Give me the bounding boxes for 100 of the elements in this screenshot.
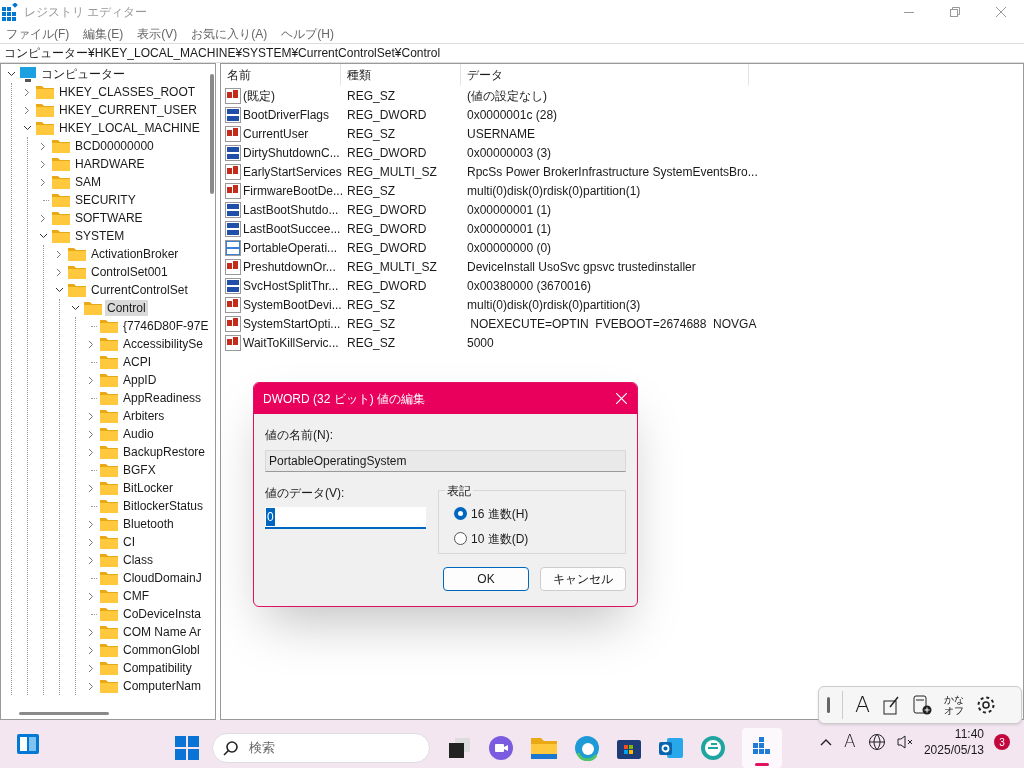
column-header[interactable]: データ [467,66,503,84]
tree-item[interactable]: Bluetooth [121,516,176,532]
value-name[interactable]: SvcHostSplitThr... [243,276,339,295]
tree-item[interactable]: Control [105,300,148,316]
horizontal-scrollbar[interactable] [19,712,109,715]
kana-label[interactable]: かな [944,694,965,705]
speaker-muted-icon[interactable] [895,734,914,750]
pen-pad-icon[interactable] [882,695,901,715]
tree-item[interactable]: SOFTWARE [73,210,145,226]
cancel-button[interactable]: キャンセル [540,567,626,591]
tree-item[interactable]: AccessibilitySe [121,336,206,352]
input-mode-button[interactable]: A [855,694,871,716]
notification-badge[interactable]: 3 [994,734,1010,750]
clock-date[interactable]: 2025/05/13 [923,742,984,758]
clock-time[interactable]: 11:40 [954,726,984,742]
tree-item[interactable]: Arbiters [121,408,167,424]
tree-item[interactable]: AppReadiness [121,390,204,406]
settings-icon[interactable] [976,695,997,715]
tree-item[interactable]: BCD00000000 [73,138,156,154]
input-mode-indicator[interactable]: A [841,729,858,755]
browser-icon[interactable] [574,735,600,761]
chevron-down-icon[interactable] [22,125,32,131]
tree-item[interactable]: ActivationBroker [89,246,181,262]
value-name[interactable]: LastBootSuccee... [243,219,341,238]
close-icon[interactable] [616,393,627,404]
chevron-down-icon[interactable] [70,305,80,311]
value-name[interactable]: CurrentUser [243,124,309,143]
tree-item[interactable]: ComputerNam [121,678,204,694]
menu-item[interactable]: お気に入り(A) [191,24,268,43]
search-field[interactable]: 検索 [212,733,430,763]
value-name-field[interactable]: PortableOperatingSystem [265,450,626,472]
tree-item[interactable]: HARDWARE [73,156,147,172]
radio-button[interactable] [454,507,467,520]
chevron-down-icon[interactable] [6,71,16,77]
chevron-down-icon[interactable] [54,287,64,293]
tree-item[interactable]: SYSTEM [73,228,127,244]
value-name[interactable]: WaitToKillServic... [243,333,339,352]
menu-item[interactable]: ヘルプ(H) [281,24,334,43]
tree-item[interactable]: CloudDomainJ [121,570,204,586]
radio-label[interactable]: 10 進数(D) [471,529,529,548]
tree-item[interactable]: Class [121,552,155,568]
security-app-icon[interactable] [700,735,726,761]
value-name[interactable]: BootDriverFlags [243,105,330,124]
tree-item[interactable]: BitlockerStatus [121,498,206,514]
chevron-right-icon[interactable] [88,591,94,601]
globe-icon[interactable] [867,733,886,751]
task-view-icon[interactable] [448,737,472,759]
value-name[interactable]: (既定) [243,86,275,105]
tree-item[interactable]: CurrentControlSet [89,282,190,298]
tree-item[interactable]: HKEY_CURRENT_USER [57,102,200,118]
tree-item[interactable]: ControlSet001 [89,264,170,280]
tree-item[interactable]: HKEY_CLASSES_ROOT [57,84,198,100]
tree-item[interactable]: CMF [121,588,151,604]
vertical-scrollbar[interactable] [210,74,214,194]
value-name[interactable]: EarlyStartServices [243,162,342,181]
value-name[interactable]: PortableOperati... [243,238,338,257]
radio-label[interactable]: 16 進数(H) [471,504,529,523]
address-bar[interactable]: コンピューター¥HKEY_LOCAL_MACHINE¥SYSTEM¥CurrentControlSet¥Control [0,43,1024,63]
value-name[interactable]: SystemStartOpti... [243,314,341,333]
tree-item[interactable]: HKEY_LOCAL_MACHINE [57,120,202,136]
chevron-right-icon[interactable] [40,213,46,223]
radio-button[interactable] [454,532,467,545]
column-header[interactable]: 名前 [227,66,251,84]
menu-item[interactable]: ファイル(F) [6,24,70,43]
tree-item[interactable]: Compatibility [121,660,194,676]
tree-item[interactable]: AppID [121,372,159,388]
chevron-down-icon[interactable] [38,233,48,239]
tree-item[interactable]: BackupRestore [121,444,208,460]
value-name[interactable]: LastBootShutdo... [243,200,339,219]
tree-item[interactable]: コンピューター [39,66,127,82]
tree-item[interactable]: CI [121,534,137,550]
off-label[interactable]: オフ [944,705,965,716]
tree-item[interactable]: ACPI [121,354,153,370]
tree-item[interactable]: CommonGlobl [121,642,202,658]
chevron-right-icon[interactable] [88,483,94,493]
tree-item[interactable]: {7746D80F-97E [121,318,211,334]
dictionary-add-icon[interactable] [912,695,933,715]
tree-item[interactable]: SECURITY [73,192,138,208]
value-name[interactable]: SystemBootDevi... [243,295,342,314]
start-icon[interactable] [174,735,200,761]
chevron-right-icon[interactable] [88,375,94,385]
value-name[interactable]: DirtyShutdownC... [243,143,340,162]
menu-item[interactable]: 編集(E) [83,24,124,43]
tree-item[interactable]: BitLocker [121,480,176,496]
column-header[interactable]: 種類 [347,66,371,84]
chevron-right-icon[interactable] [88,339,94,349]
menu-item[interactable]: 表示(V) [137,24,178,43]
tree-item[interactable]: BGFX [121,462,158,478]
tree-item[interactable]: COM Name Ar [121,624,203,640]
mail-app-icon[interactable] [658,736,684,760]
value-name[interactable]: PreshutdownOr... [243,257,336,276]
chevron-up-icon[interactable] [819,738,832,746]
folder-icon[interactable] [530,736,558,760]
registry-taskbar-button[interactable] [742,728,782,768]
value-data-field[interactable]: 0 [265,507,426,529]
tree-item[interactable]: CoDeviceInsta [121,606,204,622]
tree-item[interactable]: Audio [121,426,156,442]
ok-button[interactable]: OK [443,567,529,591]
value-name[interactable]: FirmwareBootDe... [243,181,344,200]
tree-item[interactable]: SAM [73,174,103,190]
